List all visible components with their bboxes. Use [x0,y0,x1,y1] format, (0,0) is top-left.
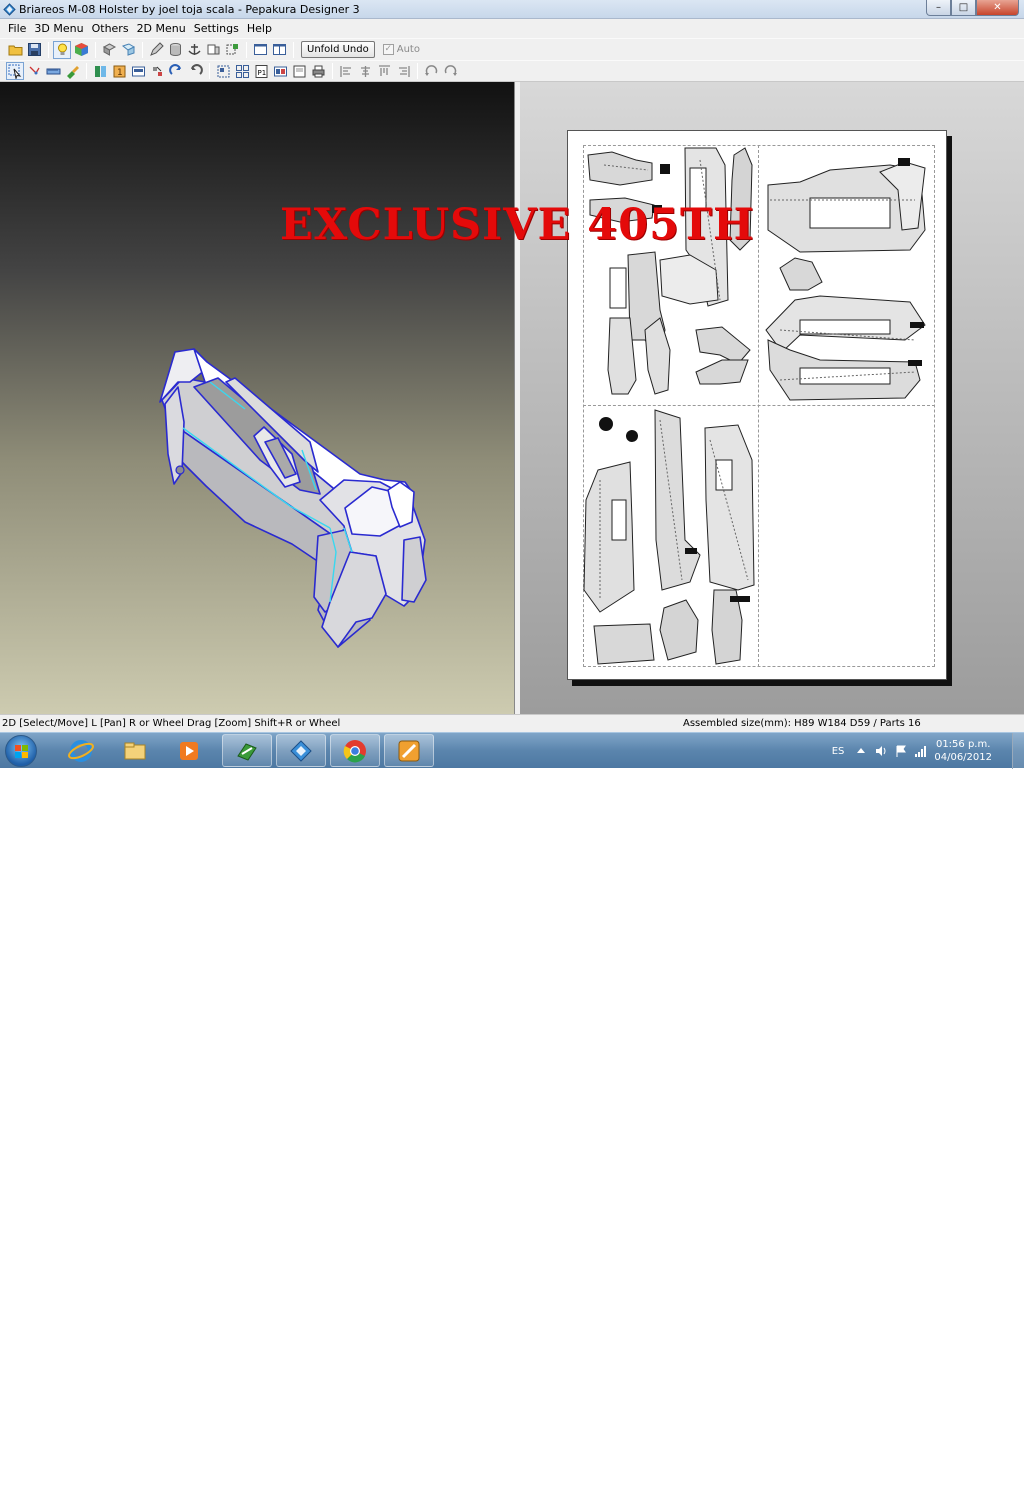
volume-icon[interactable] [874,744,888,758]
pepakura-designer-icon[interactable] [276,734,326,767]
internet-explorer-icon[interactable] [56,734,106,767]
unfolded-parts [583,147,926,665]
system-tray: ES 01:56 p.m. 04/06/2012 [832,733,1024,769]
status-bar: 2D [Select/Move] L [Pan] R or Wheel Drag… [0,714,1024,732]
action-center-flag-icon[interactable] [894,744,908,758]
taskbar-preview-ghost [610,1471,820,1499]
file-explorer-icon[interactable] [110,734,160,767]
status-assembled-size: Assembled size(mm): H89 W184 D59 / Parts… [683,718,921,729]
system-clock[interactable]: 01:56 p.m. 04/06/2012 [934,738,992,764]
network-signal-icon[interactable] [914,744,928,758]
watermark-text: EXCLUSIVE 405TH [280,200,755,250]
language-indicator[interactable]: ES [832,746,845,757]
clock-time: 01:56 p.m. [935,739,991,750]
show-desktop-button[interactable] [1012,733,1024,769]
status-hint: 2D [Select/Move] L [Pan] R or Wheel Drag… [2,718,341,729]
chrome-icon[interactable] [330,734,380,767]
windows-taskbar: ES 01:56 p.m. 04/06/2012 [0,732,1024,769]
show-hidden-icons-icon[interactable] [854,744,868,758]
pepakura-window: Briareos M-08 Holster by joel toja scala… [0,0,1024,769]
start-orb-icon[interactable] [5,735,37,767]
media-player-icon[interactable] [164,734,214,767]
clock-date: 04/06/2012 [934,752,992,763]
pepakura-unfold-icon[interactable] [222,734,272,767]
image-editor-icon[interactable] [384,734,434,767]
